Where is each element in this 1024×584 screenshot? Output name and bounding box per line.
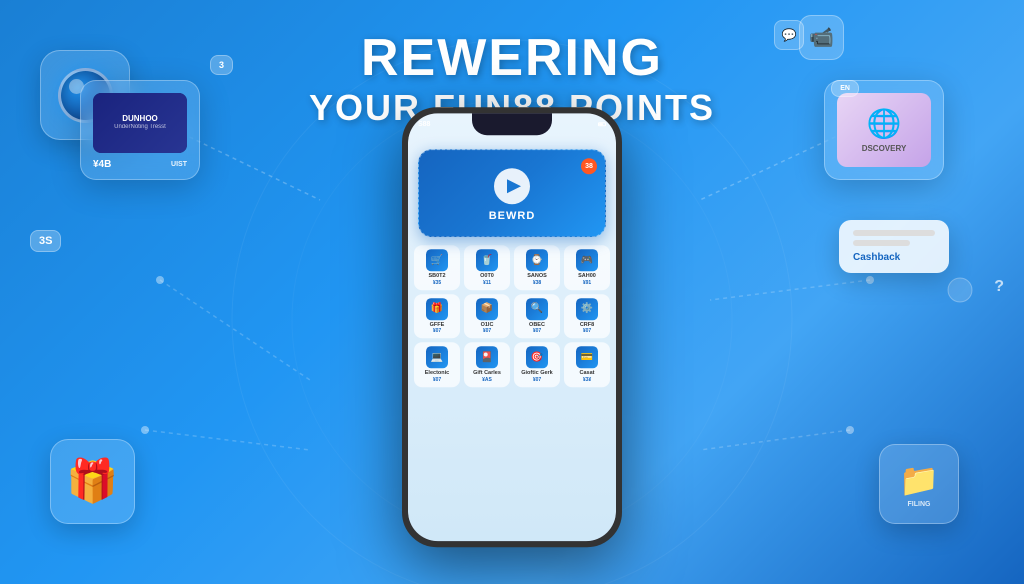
grid-icon-10: 🎴 (476, 346, 498, 368)
grid-item-2-1[interactable]: 🎁 GFFE ¥07 (414, 294, 460, 339)
phone-status-text: S88 (418, 121, 430, 128)
grid-row-2: 🎁 GFFE ¥07 📦 O1IC ¥07 🔍 OBEC ¥07 (414, 294, 610, 339)
grid-item-1-3[interactable]: ⌚ SANOS ¥38 (514, 245, 560, 290)
gift-container: 🎁 (50, 439, 135, 524)
grid-item-3-3[interactable]: 🎯 Gioftic Gerk ¥07 (514, 342, 560, 387)
grid-icon-4: 🎮 (576, 249, 598, 271)
left-card-sub: UIST (171, 161, 187, 168)
phone-mockup: S88 38 BEWRD (402, 107, 622, 547)
reward-label: BEWRD (431, 210, 593, 222)
grid-row-3: 💻 Electonic ¥07 🎴 Gift Carles ¥AS 🎯 Giof… (414, 342, 610, 387)
grid-row-1: 🛒 SB0T2 ¥35 🥤 O0T0 ¥11 ⌚ SANOS ¥38 (414, 245, 610, 290)
left-card-label: DUNHOO (114, 114, 166, 124)
grid-item-2-4[interactable]: ⚙️ CRF8 ¥07 (564, 294, 610, 339)
grid-icon-5: 🎁 (426, 298, 448, 320)
grid-icon-7: 🔍 (526, 298, 548, 320)
file-icon: 📁 (899, 461, 939, 499)
floating-card-left-top: DUNHOO UnderNoting Tresst ¥4B UIST (80, 80, 200, 180)
play-triangle-icon (507, 179, 521, 193)
grid-item-1-1[interactable]: 🛒 SB0T2 ¥35 (414, 245, 460, 290)
phone-status-bar: S88 (418, 117, 606, 131)
grid-item-3-2[interactable]: 🎴 Gift Carles ¥AS (464, 342, 510, 387)
file-icon-label: FILING (899, 501, 939, 508)
gift-icon: 🎁 (66, 457, 118, 506)
reward-badge: 38 (581, 158, 597, 174)
grid-icon-2: 🥤 (476, 249, 498, 271)
game-card-inner: 🌐 DSCOVERY (837, 93, 931, 167)
left-card-value: ¥4B (93, 159, 111, 170)
grid-icon-12: 💳 (576, 346, 598, 368)
heading-title-line1: REWERING (309, 30, 715, 87)
badge-left-mid: 3S (30, 230, 61, 252)
cashback-line-2 (853, 240, 910, 246)
grid-icon-3: ⌚ (526, 249, 548, 271)
play-button[interactable] (494, 168, 530, 204)
badge-top-right: EN (831, 80, 859, 97)
grid-icon-6: 📦 (476, 298, 498, 320)
grid-item-3-1[interactable]: 💻 Electonic ¥07 (414, 342, 460, 387)
main-container: REWERING YOUR FUN88 POINTS 3 📹 💬 EN DUNH… (0, 0, 1024, 584)
grid-icon-9: 💻 (426, 346, 448, 368)
mini-screen-left: DUNHOO UnderNoting Tresst (93, 93, 187, 153)
phone-screen: 38 BEWRD 🛒 SB0T2 ¥35 (408, 113, 616, 541)
reward-card[interactable]: 38 BEWRD (418, 149, 606, 237)
file-icon-container: 📁 FILING (879, 444, 959, 524)
grid-section: 🛒 SB0T2 ¥35 🥤 O0T0 ¥11 ⌚ SANOS ¥38 (408, 245, 616, 387)
grid-item-2-2[interactable]: 📦 O1IC ¥07 (464, 294, 510, 339)
right-top-card-label: DSCOVERY (862, 144, 907, 153)
corner-icon-tr: 📹 (799, 15, 844, 60)
cashback-label: Cashback (853, 252, 935, 263)
grid-item-1-2[interactable]: 🥤 O0T0 ¥11 (464, 245, 510, 290)
cashback-line-1 (853, 230, 935, 236)
chat-icon-tr: 💬 (774, 20, 804, 50)
grid-item-3-4[interactable]: 💳 Casat ¥3¥ (564, 342, 610, 387)
grid-item-1-4[interactable]: 🎮 SAH00 ¥91 (564, 245, 610, 290)
cashback-card: Cashback (839, 220, 949, 273)
left-card-sublabel: UnderNoting Tresst (114, 124, 166, 132)
grid-icon-11: 🎯 (526, 346, 548, 368)
question-mark: ? (994, 278, 1004, 296)
grid-icon-1: 🛒 (426, 249, 448, 271)
phone-container: S88 38 BEWRD (402, 107, 622, 547)
grid-item-2-3[interactable]: 🔍 OBEC ¥07 (514, 294, 560, 339)
badge-top-left: 3 (210, 55, 233, 75)
grid-icon-8: ⚙️ (576, 298, 598, 320)
